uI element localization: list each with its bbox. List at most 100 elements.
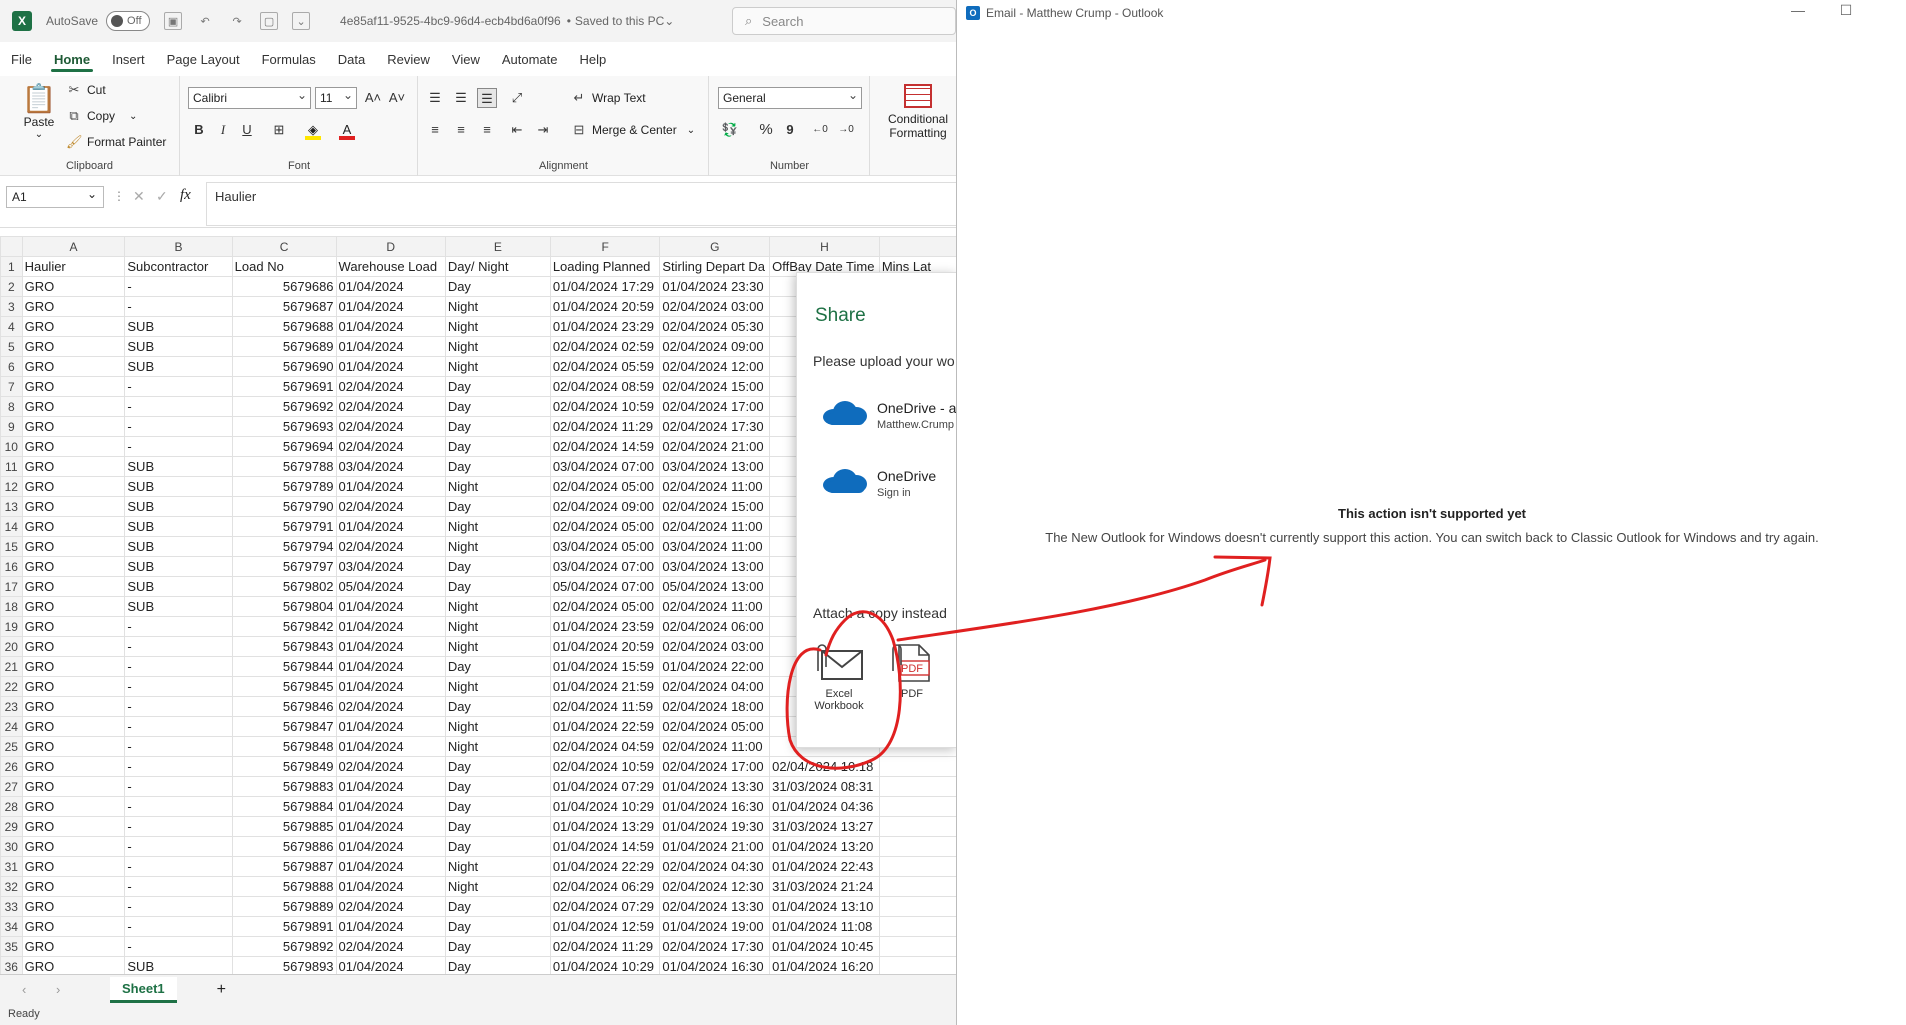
cell[interactable]: 5679846 (231, 696, 337, 717)
cell[interactable]: 02/04/2024 17:00 (659, 396, 771, 417)
cell[interactable] (878, 876, 956, 897)
percent-button[interactable]: % (756, 120, 776, 140)
cell[interactable]: GRO (21, 876, 126, 897)
cell[interactable]: - (124, 696, 233, 717)
cell[interactable]: 02/04/2024 11:00 (659, 516, 771, 537)
cell[interactable]: 03/04/2024 (335, 556, 446, 577)
cell[interactable] (878, 956, 956, 974)
cell[interactable]: 01/04/2024 (335, 596, 446, 617)
font-name-select[interactable]: Calibri (188, 85, 311, 109)
cell[interactable]: Warehouse Load (335, 256, 446, 277)
cell[interactable]: 03/04/2024 11:00 (659, 536, 771, 557)
column-header[interactable]: C (231, 236, 337, 257)
row-header[interactable]: 35 (0, 936, 23, 957)
row-header[interactable]: 28 (0, 796, 23, 817)
cell[interactable]: 01/04/2024 19:30 (659, 816, 771, 837)
cell[interactable]: GRO (21, 736, 126, 757)
cell[interactable] (878, 936, 956, 957)
cell[interactable]: 02/04/2024 10:59 (549, 756, 661, 777)
cell[interactable]: SUB (124, 516, 233, 537)
cell[interactable]: Day/ Night (444, 256, 551, 277)
cell[interactable]: - (124, 776, 233, 797)
cell[interactable]: Night (444, 856, 551, 877)
cell[interactable]: 01/04/2024 10:29 (549, 796, 661, 817)
ribbon-tab-view[interactable]: View (441, 48, 491, 72)
cell[interactable]: SUB (124, 476, 233, 497)
cell[interactable]: Night (444, 476, 551, 497)
fx-button[interactable]: fx (180, 187, 191, 204)
cell[interactable]: 02/04/2024 12:00 (659, 356, 771, 377)
column-header[interactable] (878, 236, 956, 257)
cell[interactable]: 02/04/2024 10:59 (549, 396, 661, 417)
cell[interactable]: 05/04/2024 07:00 (549, 576, 661, 597)
cell[interactable]: GRO (21, 936, 126, 957)
cell[interactable]: 02/04/2024 18:00 (659, 696, 771, 717)
cell[interactable]: 5679888 (231, 876, 337, 897)
cell[interactable]: Day (444, 576, 551, 597)
cell[interactable]: GRO (21, 576, 126, 597)
cell[interactable]: 02/04/2024 04:00 (659, 676, 771, 697)
cell[interactable]: Night (444, 736, 551, 757)
cell[interactable]: 02/04/2024 (335, 936, 446, 957)
cell[interactable]: 5679788 (231, 456, 337, 477)
minimize-icon[interactable]: — (1778, 2, 1818, 18)
cell[interactable]: 02/04/2024 11:00 (659, 596, 771, 617)
conditional-formatting-button[interactable]: Conditional Formatting (883, 84, 953, 140)
cell[interactable]: 5679892 (231, 936, 337, 957)
column-header[interactable]: A (21, 236, 126, 257)
cell[interactable]: 01/04/2024 10:45 (769, 936, 880, 957)
cell[interactable]: 5679686 (231, 276, 337, 297)
cut-button[interactable]: ✂ Cut (66, 82, 106, 98)
cell[interactable]: Day (444, 436, 551, 457)
ribbon-tab-help[interactable]: Help (569, 48, 618, 72)
align-right-icon[interactable]: ≡ (477, 120, 497, 140)
cell[interactable]: 01/04/2024 (335, 336, 446, 357)
cell[interactable]: 02/04/2024 05:59 (549, 356, 661, 377)
add-sheet-button[interactable]: + (217, 981, 226, 999)
cell[interactable]: 5679845 (231, 676, 337, 697)
cell[interactable]: GRO (21, 656, 126, 677)
cell[interactable]: 02/04/2024 04:59 (549, 736, 661, 757)
cell[interactable]: 03/04/2024 13:00 (659, 556, 771, 577)
cell[interactable]: Night (444, 676, 551, 697)
cell[interactable]: 5679694 (231, 436, 337, 457)
cell[interactable]: 02/04/2024 15:00 (659, 496, 771, 517)
cell[interactable]: 01/04/2024 13:20 (769, 836, 880, 857)
cell[interactable]: 01/04/2024 (335, 736, 446, 757)
cell[interactable]: 02/04/2024 (335, 496, 446, 517)
row-header[interactable]: 24 (0, 716, 23, 737)
cell[interactable]: SUB (124, 456, 233, 477)
cell[interactable]: GRO (21, 816, 126, 837)
cell[interactable]: 02/04/2024 (335, 436, 446, 457)
cell[interactable]: 5679693 (231, 416, 337, 437)
cell[interactable]: GRO (21, 636, 126, 657)
cell[interactable]: GRO (21, 956, 126, 974)
cell[interactable]: - (124, 916, 233, 937)
cell[interactable]: 01/04/2024 23:29 (549, 316, 661, 337)
row-header[interactable]: 14 (0, 516, 23, 537)
increase-decimal-icon[interactable]: ←0 (810, 120, 830, 140)
row-header[interactable]: 20 (0, 636, 23, 657)
undo-icon[interactable]: ↶ (196, 12, 214, 30)
cell[interactable]: 01/04/2024 13:29 (549, 816, 661, 837)
format-painter-button[interactable]: 🖌 Format Painter (66, 134, 166, 150)
cell[interactable]: GRO (21, 676, 126, 697)
increase-indent-icon[interactable]: ⇥ (533, 120, 553, 140)
cell[interactable]: 5679893 (231, 956, 337, 974)
ribbon-tab-page-layout[interactable]: Page Layout (156, 48, 251, 72)
cell[interactable]: 01/04/2024 16:30 (659, 796, 771, 817)
cell[interactable]: 01/04/2024 (335, 956, 446, 974)
cell[interactable]: GRO (21, 516, 126, 537)
cell[interactable]: - (124, 296, 233, 317)
row-header[interactable]: 5 (0, 336, 23, 357)
cell[interactable]: Subcontractor (124, 256, 233, 277)
cell[interactable]: 01/04/2024 16:20 (769, 956, 880, 974)
cell[interactable]: 02/04/2024 11:00 (659, 476, 771, 497)
cell[interactable]: 02/04/2024 (335, 536, 446, 557)
cell[interactable]: Night (444, 636, 551, 657)
merge-center-button[interactable]: ⊟ Merge & Center ⌄ (571, 122, 696, 138)
cell[interactable]: Night (444, 876, 551, 897)
column-header[interactable]: F (549, 236, 661, 257)
cell[interactable]: 02/04/2024 07:29 (549, 896, 661, 917)
cell[interactable]: Night (444, 356, 551, 377)
